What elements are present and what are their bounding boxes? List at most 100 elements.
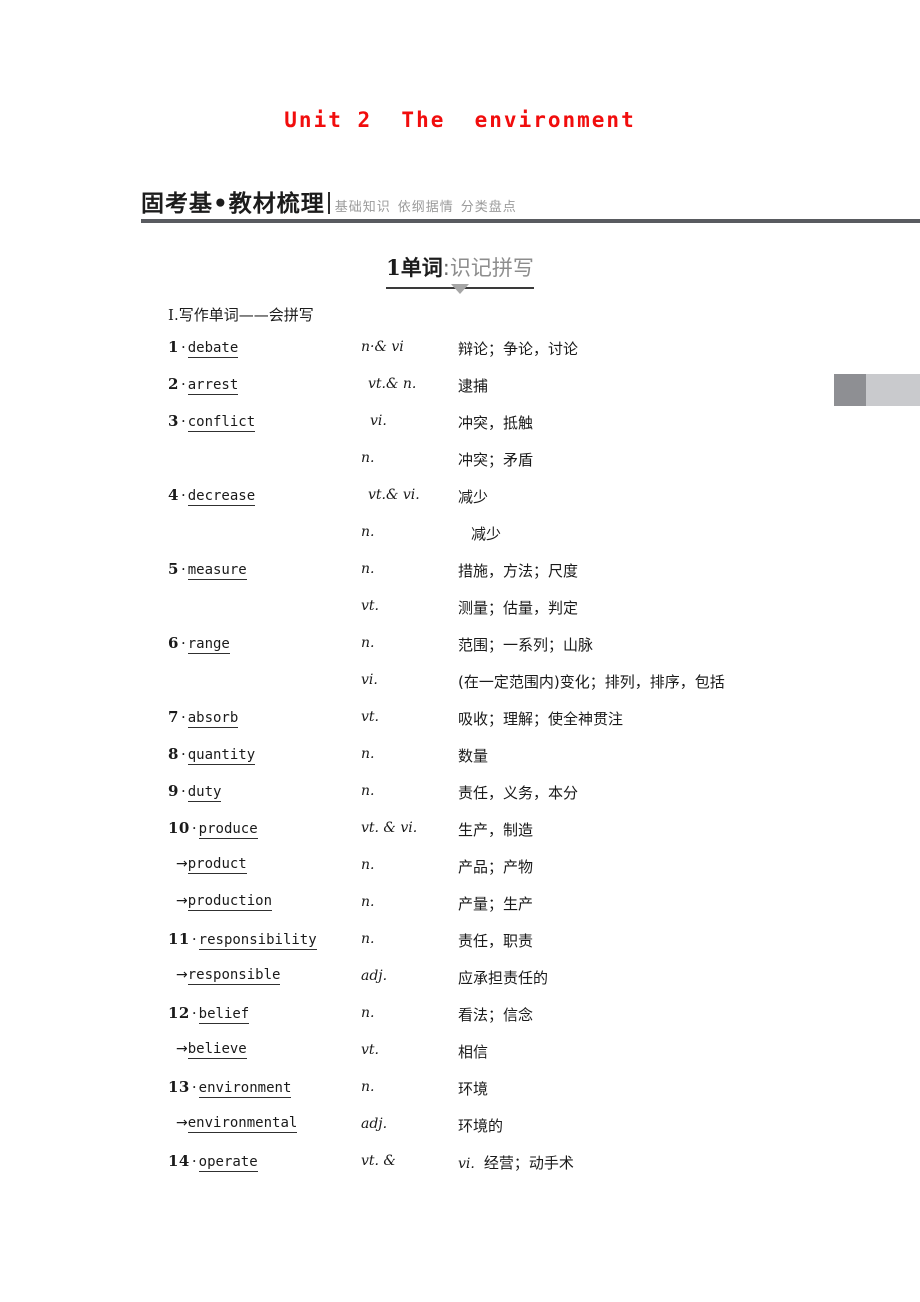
header-title-part1: 固考基 xyxy=(141,191,213,217)
word-meaning: 数量 xyxy=(458,747,489,765)
word-row: 13 · environment n. 环境 xyxy=(168,1078,908,1115)
word-row: →product n. 产品；产物 xyxy=(168,856,908,893)
word-term: responsible xyxy=(187,967,281,985)
word-row: 10 · produce vt. & vi. 生产，制造 xyxy=(168,819,908,856)
word-pos: vt.& n. xyxy=(368,376,417,392)
word-term: environment xyxy=(198,1080,292,1098)
header-subtitle-item-2: 分类盘点 xyxy=(460,200,517,215)
word-meaning-cell: 看法；信念 xyxy=(458,1004,533,1025)
word-meaning-cell: 减少 xyxy=(458,486,488,507)
word-term: responsibility xyxy=(198,932,317,950)
word-row: n. 减少 xyxy=(168,523,908,560)
word-meaning-cell: (在一定范围内)变化；排列，排序，包括 xyxy=(458,671,725,692)
word-term: arrest xyxy=(187,377,239,395)
word-term-cell: →product xyxy=(168,856,358,874)
word-pos: n. xyxy=(361,857,375,873)
word-term-cell: →environmental xyxy=(168,1115,358,1133)
word-meaning-cell: 相信 xyxy=(458,1041,488,1062)
word-pos-secondary: vi. xyxy=(458,1156,475,1172)
word-term: conflict xyxy=(187,414,256,432)
derived-arrow-icon: → xyxy=(176,1041,188,1057)
word-term-cell: 2 · arrest xyxy=(168,375,358,395)
word-meaning: 减少 xyxy=(471,525,502,543)
word-meaning: 相信 xyxy=(458,1043,489,1061)
word-meaning-cell: 测量；估量，判定 xyxy=(458,597,578,618)
word-meaning: 责任，义务，本分 xyxy=(458,784,579,802)
word-term-cell: 6 · range xyxy=(168,634,358,654)
word-term: absorb xyxy=(187,710,239,728)
word-row: 7 · absorb vt. 吸收；理解；使全神贯注 xyxy=(168,708,908,745)
header-title-dot: • xyxy=(213,191,229,217)
word-term-cell: →production xyxy=(168,893,358,911)
word-pos: n. xyxy=(361,894,375,910)
subsection-colon: : xyxy=(442,256,450,280)
word-index: 1 xyxy=(168,338,179,356)
word-pos: vt. xyxy=(361,709,379,725)
word-pos: n. xyxy=(361,635,375,651)
word-meaning-cell: 环境的 xyxy=(458,1115,503,1136)
word-index-dot: · xyxy=(180,560,186,578)
word-term-cell: 4 · decrease xyxy=(168,486,358,506)
word-meaning-cell: 责任，职责 xyxy=(458,930,533,951)
word-term: environmental xyxy=(187,1115,298,1133)
word-pos: vi. xyxy=(370,413,387,429)
derived-arrow-icon: → xyxy=(176,1115,188,1131)
derived-arrow-icon: → xyxy=(176,856,188,872)
section-header-band: 固考基•教材梳理 基础知识 依纲据情 分类盘点 xyxy=(141,184,920,406)
word-index: 12 xyxy=(168,1004,190,1022)
header-title-part2: 教材梳理 xyxy=(228,191,325,217)
word-index-dot: · xyxy=(191,1152,197,1170)
word-row: 14 · operate vt. & vi. 经营；动手术 xyxy=(168,1152,908,1189)
word-meaning: 冲突；矛盾 xyxy=(458,451,534,469)
word-index: 5 xyxy=(168,560,179,578)
subsection-name: 单词 xyxy=(400,256,443,280)
word-row: n. 冲突；矛盾 xyxy=(168,449,908,486)
word-pos: adj. xyxy=(361,968,388,984)
word-index-dot: · xyxy=(180,412,186,430)
word-index: 14 xyxy=(168,1152,190,1170)
word-term: produce xyxy=(198,821,258,839)
word-row: 9 · duty n. 责任，义务，本分 xyxy=(168,782,908,819)
word-meaning-cell: 数量 xyxy=(458,745,488,766)
word-term: measure xyxy=(187,562,247,580)
word-row: 1 · debate n·& vi 辩论；争论，讨论 xyxy=(168,338,908,375)
derived-arrow-icon: → xyxy=(176,893,188,909)
word-index-dot: · xyxy=(180,486,186,504)
word-meaning-cell: 生产，制造 xyxy=(458,819,533,840)
word-pos: n. xyxy=(361,561,375,577)
word-term: decrease xyxy=(187,488,256,506)
word-index: 4 xyxy=(168,486,179,504)
word-term: production xyxy=(187,893,273,911)
word-index: 13 xyxy=(168,1078,190,1096)
word-term-cell: →believe xyxy=(168,1041,358,1059)
word-row: 8 · quantity n. 数量 xyxy=(168,745,908,782)
word-row: 11 · responsibility n. 责任，职责 xyxy=(168,930,908,967)
word-term-cell: 12 · belief xyxy=(168,1004,358,1024)
word-meaning: 环境 xyxy=(458,1080,489,1098)
page-title: Unit 2 The environment xyxy=(284,108,636,132)
word-pos: n. xyxy=(361,524,375,540)
word-pos: n. xyxy=(361,783,375,799)
word-term: product xyxy=(187,856,247,874)
word-meaning: (在一定范围内)变化；排列，排序，包括 xyxy=(458,673,725,691)
word-pos: vt.& vi. xyxy=(368,487,420,503)
word-term-cell: 10 · produce xyxy=(168,819,358,839)
word-meaning-cell: 减少 xyxy=(471,523,501,544)
word-term-cell: 1 · debate xyxy=(168,338,358,358)
word-term: belief xyxy=(198,1006,250,1024)
word-term-cell: 13 · environment xyxy=(168,1078,358,1098)
word-meaning-cell: 吸收；理解；使全神贯注 xyxy=(458,708,623,729)
word-index-dot: · xyxy=(191,930,197,948)
word-meaning-cell: 产品；产物 xyxy=(458,856,533,877)
word-pos: n. xyxy=(361,1005,375,1021)
word-pos: vt. & xyxy=(361,1153,396,1169)
word-meaning: 经营；动手术 xyxy=(483,1154,574,1172)
word-term-cell: 3 · conflict xyxy=(168,412,358,432)
header-subtitle-item-0: 基础知识 xyxy=(334,200,391,215)
word-index: 10 xyxy=(168,819,190,837)
header-rule xyxy=(141,219,920,223)
word-index-dot: · xyxy=(180,745,186,763)
word-meaning: 责任，职责 xyxy=(458,932,534,950)
word-row: 6 · range n. 范围；一系列；山脉 xyxy=(168,634,908,671)
subsection-detail: 识记拼写 xyxy=(449,256,534,280)
